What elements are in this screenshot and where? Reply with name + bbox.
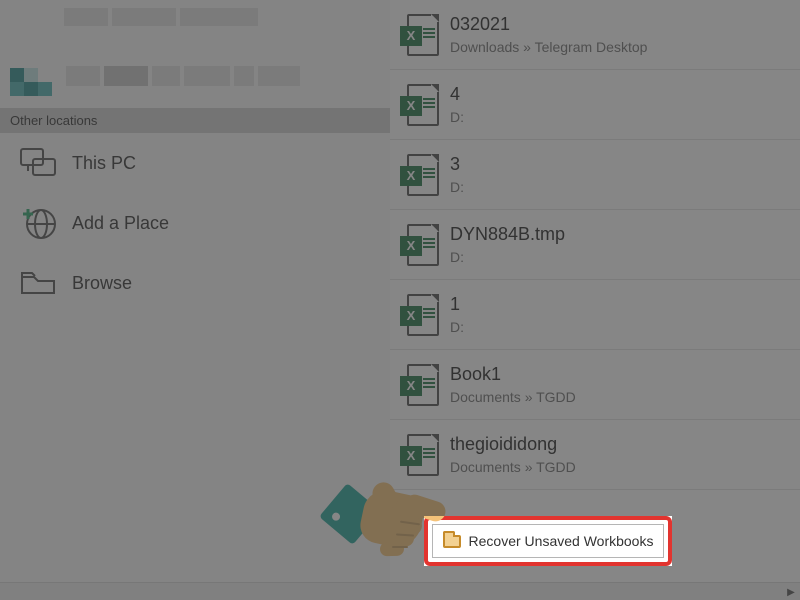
file-row[interactable]: X 3 D:	[390, 140, 800, 210]
recent-thumbnail-2[interactable]	[10, 50, 330, 98]
excel-file-icon: X	[394, 224, 450, 266]
file-row[interactable]: X Book1 Documents » TGDD	[390, 350, 800, 420]
excel-open-backstage: Other locations This PC	[0, 0, 800, 600]
excel-file-icon: X	[394, 294, 450, 336]
file-list: X 032021 Downloads » Telegram Desktop X …	[390, 0, 800, 600]
recover-unsaved-workbooks-button[interactable]: Recover Unsaved Workbooks	[432, 524, 664, 558]
sidebar-item-label: Browse	[72, 273, 132, 294]
file-name: 4	[450, 84, 464, 105]
excel-file-icon: X	[394, 364, 450, 406]
this-pc-icon	[14, 147, 62, 179]
file-row[interactable]: X DYN884B.tmp D:	[390, 210, 800, 280]
folder-open-icon	[443, 535, 461, 548]
file-name: 032021	[450, 14, 647, 35]
sidebar-item-this-pc[interactable]: This PC	[0, 133, 390, 193]
excel-file-icon: X	[394, 434, 450, 476]
file-path: D:	[450, 109, 464, 125]
file-path: D:	[450, 179, 464, 195]
excel-file-icon: X	[394, 154, 450, 196]
file-row[interactable]: X 4 D:	[390, 70, 800, 140]
file-name: thegioididong	[450, 434, 576, 455]
file-row[interactable]: X 1 D:	[390, 280, 800, 350]
file-path: Documents » TGDD	[450, 389, 576, 405]
file-row[interactable]: X 032021 Downloads » Telegram Desktop	[390, 0, 800, 70]
recent-thumbnail-1[interactable]	[10, 4, 330, 44]
sidebar-item-add-place[interactable]: Add a Place	[0, 193, 390, 253]
file-name: Book1	[450, 364, 576, 385]
browse-folder-icon	[14, 268, 62, 298]
recover-button-label: Recover Unsaved Workbooks	[469, 533, 654, 549]
other-locations-header: Other locations	[0, 108, 390, 133]
excel-file-icon: X	[394, 84, 450, 126]
file-name: 3	[450, 154, 464, 175]
file-path: D:	[450, 249, 565, 265]
file-path: Downloads » Telegram Desktop	[450, 39, 647, 55]
file-name: 1	[450, 294, 464, 315]
sidebar-item-label: This PC	[72, 153, 136, 174]
file-path: Documents » TGDD	[450, 459, 576, 475]
add-place-icon	[14, 206, 62, 240]
file-name: DYN884B.tmp	[450, 224, 565, 245]
sidebar-item-browse[interactable]: Browse	[0, 253, 390, 313]
file-path: D:	[450, 319, 464, 335]
file-row[interactable]: X thegioididong Documents » TGDD	[390, 420, 800, 490]
horizontal-scrollbar[interactable]: ▶	[0, 582, 800, 600]
scroll-right-icon[interactable]: ▶	[784, 585, 798, 599]
sidebar-item-label: Add a Place	[72, 213, 169, 234]
excel-file-icon: X	[394, 14, 450, 56]
left-pane: Other locations This PC	[0, 0, 390, 600]
